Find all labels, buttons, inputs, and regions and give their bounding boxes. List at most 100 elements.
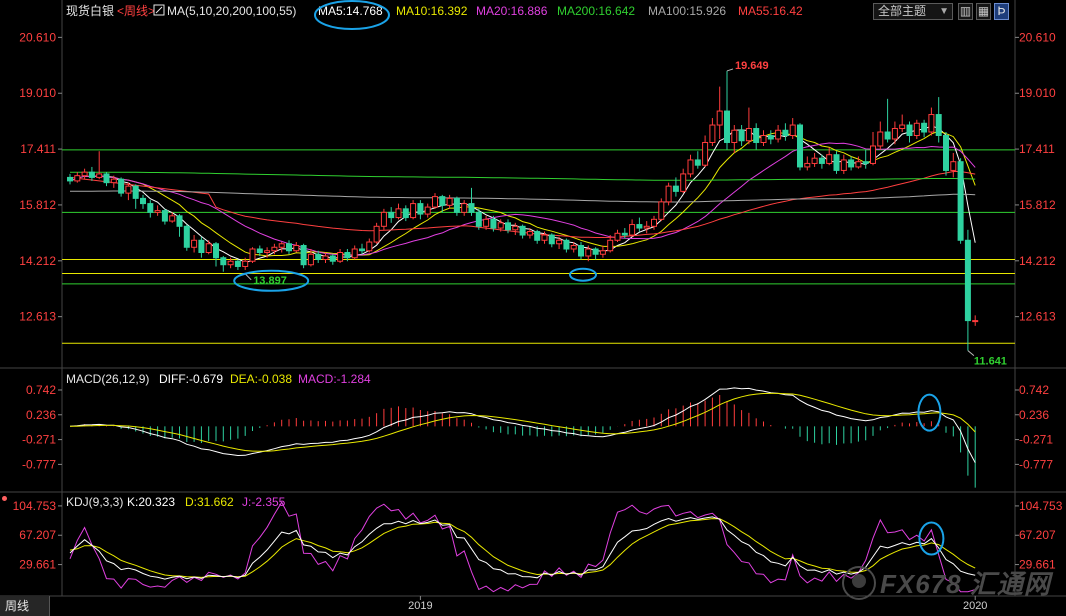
candle-body[interactable] bbox=[585, 248, 592, 257]
candle-body[interactable] bbox=[88, 171, 95, 178]
candle-body[interactable] bbox=[870, 145, 876, 164]
candle-body[interactable] bbox=[169, 215, 176, 222]
candle-body[interactable] bbox=[505, 222, 511, 231]
candle-body[interactable] bbox=[884, 131, 891, 140]
candle-body[interactable] bbox=[621, 232, 628, 236]
candle-body[interactable] bbox=[322, 255, 329, 260]
candle-body[interactable] bbox=[599, 250, 606, 255]
candle-body[interactable] bbox=[709, 124, 716, 143]
candle-body[interactable] bbox=[789, 124, 796, 137]
candle-body[interactable] bbox=[183, 225, 190, 248]
candle-body[interactable] bbox=[797, 124, 803, 168]
candle-body[interactable] bbox=[672, 185, 679, 192]
candle-body[interactable] bbox=[307, 253, 314, 266]
price-panel[interactable]: 20.610 20.610 19.010 19.010 17.411 17.411 15.8… bbox=[19, 30, 1056, 367]
candle-body[interactable] bbox=[899, 124, 906, 130]
expand-button[interactable]: Þ bbox=[994, 3, 1009, 20]
candle-body[interactable] bbox=[862, 161, 869, 164]
candle-body[interactable] bbox=[461, 203, 468, 213]
candle-body[interactable] bbox=[526, 231, 533, 236]
candle-body[interactable] bbox=[213, 243, 219, 259]
candle-body[interactable] bbox=[81, 171, 88, 177]
candle-body[interactable] bbox=[497, 222, 504, 229]
candle-body[interactable] bbox=[67, 176, 73, 182]
candle-body[interactable] bbox=[74, 175, 81, 182]
candle-body[interactable] bbox=[483, 218, 490, 227]
candle-body[interactable] bbox=[147, 203, 154, 213]
candle-body[interactable] bbox=[702, 141, 709, 166]
candle-body[interactable] bbox=[191, 239, 198, 248]
chart-canvas[interactable]: 20.610 20.610 19.010 19.010 17.411 17.411 15.8… bbox=[0, 0, 1066, 616]
candle-body[interactable] bbox=[110, 178, 117, 184]
macd-panel[interactable]: 0.742 0.742 0.236 0.236 -0.271 -0.271 -0.777 -0… bbox=[22, 383, 1053, 488]
candle-body[interactable] bbox=[96, 173, 103, 178]
candle-body[interactable] bbox=[665, 185, 672, 203]
candle-body[interactable] bbox=[475, 211, 482, 227]
candle-body[interactable] bbox=[928, 114, 935, 133]
candle-body[interactable] bbox=[658, 201, 665, 220]
candle-body[interactable] bbox=[380, 211, 387, 227]
candle-body[interactable] bbox=[592, 248, 599, 255]
candle-body[interactable] bbox=[198, 239, 205, 253]
candle-body[interactable] bbox=[468, 203, 475, 213]
candle-body[interactable] bbox=[782, 129, 789, 137]
candle-body[interactable] bbox=[767, 135, 774, 140]
candle-body[interactable] bbox=[913, 122, 920, 137]
candle-body[interactable] bbox=[453, 197, 460, 213]
candle-body[interactable] bbox=[154, 210, 161, 213]
candle-body[interactable] bbox=[337, 251, 344, 262]
candle-body[interactable] bbox=[738, 129, 745, 142]
candle-body[interactable] bbox=[256, 248, 263, 253]
candle-body[interactable] bbox=[118, 178, 125, 194]
candle-body[interactable] bbox=[775, 129, 782, 140]
candle-body[interactable] bbox=[329, 255, 336, 262]
candle-body[interactable] bbox=[694, 159, 701, 166]
candle-body[interactable] bbox=[424, 206, 431, 215]
candle-body[interactable] bbox=[395, 208, 402, 219]
candle-body[interactable] bbox=[176, 215, 183, 227]
candle-body[interactable] bbox=[271, 246, 278, 252]
candle-body[interactable] bbox=[921, 122, 928, 133]
candle-body[interactable] bbox=[753, 128, 760, 143]
candle-body[interactable] bbox=[286, 243, 292, 252]
candle-body[interactable] bbox=[563, 239, 570, 250]
candle-body[interactable] bbox=[446, 197, 453, 206]
candle-body[interactable] bbox=[264, 250, 271, 253]
candle-body[interactable] bbox=[760, 135, 767, 143]
candle-body[interactable] bbox=[512, 225, 519, 231]
candle-body[interactable] bbox=[643, 225, 650, 229]
candle-body[interactable] bbox=[848, 159, 855, 168]
candle-body[interactable] bbox=[906, 124, 913, 137]
candle-body[interactable] bbox=[161, 210, 168, 222]
candle-body[interactable] bbox=[629, 224, 636, 236]
candle-body[interactable] bbox=[607, 239, 614, 252]
candle-body[interactable] bbox=[840, 159, 847, 171]
candle-body[interactable] bbox=[402, 208, 409, 219]
candle-body[interactable] bbox=[724, 110, 730, 143]
candle-body[interactable] bbox=[818, 157, 825, 164]
candle-body[interactable] bbox=[417, 203, 424, 215]
candle-body[interactable] bbox=[344, 251, 351, 259]
candle-body[interactable] bbox=[388, 211, 395, 219]
candle-body[interactable] bbox=[651, 218, 657, 227]
volume-toggle-button[interactable]: ▥ bbox=[958, 3, 973, 20]
candle-body[interactable] bbox=[731, 129, 738, 143]
candle-body[interactable] bbox=[125, 185, 132, 194]
candle-body[interactable] bbox=[891, 128, 898, 140]
candle-body[interactable] bbox=[373, 225, 380, 243]
candle-body[interactable] bbox=[249, 248, 256, 262]
candle-body[interactable] bbox=[439, 196, 446, 206]
candle-body[interactable] bbox=[935, 114, 942, 137]
candle-body[interactable] bbox=[745, 128, 752, 142]
candle-body[interactable] bbox=[636, 224, 643, 229]
candle-body[interactable] bbox=[234, 260, 241, 267]
candle-body[interactable] bbox=[680, 173, 687, 192]
candle-body[interactable] bbox=[410, 203, 417, 219]
candle-body[interactable] bbox=[716, 110, 723, 126]
candle-body[interactable] bbox=[278, 243, 285, 248]
candle-body[interactable] bbox=[132, 185, 139, 199]
candle-body[interactable] bbox=[811, 157, 818, 164]
candle-body[interactable] bbox=[205, 243, 212, 253]
candle-body[interactable] bbox=[964, 239, 971, 322]
candle-body[interactable] bbox=[432, 196, 438, 208]
